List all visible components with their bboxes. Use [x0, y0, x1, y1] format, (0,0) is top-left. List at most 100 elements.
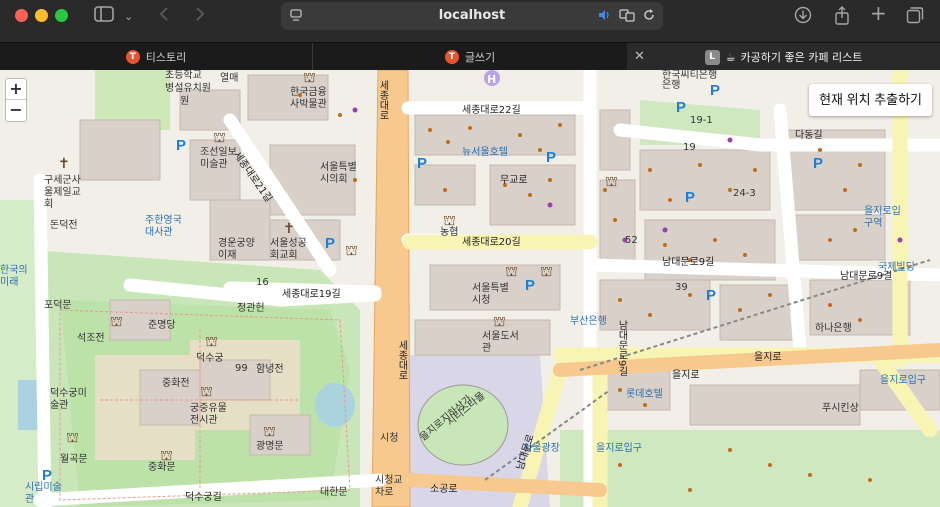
map-label: 시청교차로 [375, 475, 403, 498]
tistory-favicon-icon: T [444, 50, 459, 64]
map-label: 롯데호텔 [626, 389, 663, 400]
svg-text:⛫: ⛫ [213, 130, 226, 146]
map-label: 함녕전 [256, 364, 284, 375]
map-label: 포덕문 [44, 300, 72, 311]
sidebar-icon[interactable] [94, 6, 114, 27]
map-label: 한국금융사박물관 [290, 87, 327, 110]
road-label: 무교로 [500, 175, 528, 186]
tab-label: 글쓰기 [464, 51, 496, 64]
map-label: 을지로입구 [596, 443, 642, 454]
svg-text:⛫: ⛫ [66, 430, 79, 446]
back-icon[interactable] [158, 6, 170, 27]
tab-label: 카공하기 좋은 카페 리스트 [740, 51, 863, 64]
map-label: 병설유치원 [165, 83, 211, 94]
tab-tistory[interactable]: T 티스토리 [0, 43, 312, 71]
map-label: 궁중유물전시관 [190, 403, 227, 426]
map-label: 24-3 [733, 188, 756, 199]
browser-titlebar: ⌄ localhost + [0, 0, 940, 42]
road-label: 세종대로19길 [282, 289, 341, 300]
map-view[interactable]: PPP PPP PPP PP ✝ ✝ ⛫ ⛫ ⛫ ⛫ ⛫ ⛫ ⛫ ⛫ ⛫ ⛫ ⛫ ⛫ ⛫ ⛫ H +… [0, 70, 940, 507]
map-label: 16 [256, 277, 269, 288]
map-label: 초등학교 [165, 70, 202, 81]
new-tab-icon[interactable]: + [870, 3, 887, 23]
map-label: 서울도서관 [482, 331, 519, 354]
speaker-icon[interactable] [597, 8, 611, 27]
map-label: 52 [625, 235, 638, 246]
road-label: 을지로 [672, 370, 700, 381]
map-label: 석조전 [77, 333, 105, 344]
close-tab-icon[interactable]: ✕ [634, 49, 645, 64]
share-icon[interactable] [834, 6, 850, 30]
svg-text:H: H [487, 73, 496, 86]
map-label: 19 [683, 142, 696, 153]
svg-text:P: P [525, 277, 535, 294]
svg-text:P: P [417, 155, 427, 172]
svg-text:P: P [325, 235, 335, 252]
map-label: 대한문 [320, 487, 348, 498]
road-label: 다동길 [795, 130, 823, 141]
map-label: 서울특별시의회 [320, 162, 357, 185]
map-label: 정관헌 [237, 303, 265, 314]
map-label: 농협 [440, 227, 459, 238]
svg-text:✝: ✝ [58, 156, 70, 172]
coffee-cup-icon: ☕ [725, 50, 736, 64]
svg-text:⛫: ⛫ [493, 314, 506, 330]
map-label: 원 [180, 96, 190, 107]
map-label: 푸시킨상 [822, 403, 859, 414]
svg-text:P: P [546, 149, 556, 166]
svg-text:⛫: ⛫ [205, 334, 218, 350]
map-label: 서울성공회교회 [270, 238, 307, 261]
svg-text:⛫: ⛫ [110, 314, 123, 330]
forward-icon[interactable] [194, 6, 206, 27]
svg-text:⛫: ⛫ [505, 264, 518, 280]
tab-cafe-list[interactable]: L ☕ 카공하기 좋은 카페 리스트 [627, 43, 940, 71]
zoom-out-button[interactable]: − [6, 100, 26, 121]
road-label: 세종대로20길 [462, 237, 521, 248]
map-label: 뉴서울호텔 [462, 147, 508, 158]
close-window-button[interactable] [15, 9, 28, 22]
map-label: 39 [675, 282, 688, 293]
maximize-window-button[interactable] [55, 9, 68, 22]
map-label: 한국씨티은행 [662, 70, 718, 81]
minimize-window-button[interactable] [35, 9, 48, 22]
tistory-favicon-icon: T [125, 50, 140, 64]
map-label: 국제빌딩 [878, 262, 915, 273]
tab-bar: T 티스토리 T 글쓰기 L ☕ 카공하기 좋은 카페 리스트 ✕ [0, 42, 940, 71]
tab-label: 티스토리 [145, 51, 187, 64]
reload-icon[interactable] [642, 8, 656, 27]
map-label: 덕수궁미술관 [50, 388, 87, 411]
map-label: 19-1 [690, 115, 713, 126]
map-label: 구세군사울제일교회 [44, 175, 81, 210]
map-label: 을지로입구역 [864, 206, 901, 229]
map-label: 월곡문 [60, 454, 88, 465]
svg-text:✝: ✝ [283, 221, 295, 237]
svg-text:⛫: ⛫ [263, 424, 276, 440]
map-label: 준명당 [148, 320, 176, 331]
map-label: 덕수궁 [196, 353, 224, 364]
chevron-down-icon[interactable]: ⌄ [124, 7, 133, 27]
map-label: 주한영국대사관 [145, 215, 182, 238]
road-label: 세종대로22길 [462, 105, 521, 116]
svg-text:⛫: ⛫ [200, 384, 213, 400]
road-label: 소공로 [430, 484, 458, 495]
tab-write[interactable]: T 글쓰기 [313, 43, 627, 71]
svg-text:P: P [813, 155, 823, 172]
address-bar[interactable]: localhost [281, 2, 663, 30]
download-icon[interactable] [794, 6, 812, 29]
svg-text:P: P [685, 189, 695, 206]
translate-icon[interactable] [619, 8, 635, 27]
zoom-control: + − [5, 78, 27, 122]
zoom-in-button[interactable]: + [6, 79, 26, 100]
svg-text:⛫: ⛫ [540, 264, 553, 280]
road-label: 남대문로9길 [616, 320, 627, 377]
map-label: 을지로입구 [880, 375, 926, 386]
extract-location-button[interactable]: 현재 위치 추출하기 [809, 84, 932, 116]
map-label: 부산은행 [570, 316, 607, 327]
map-label: 열매 [220, 73, 239, 84]
tab-overview-icon[interactable] [906, 6, 924, 29]
map-label: 중화전 [162, 378, 190, 389]
road-label: 세종대로 [377, 80, 388, 120]
svg-text:P: P [676, 99, 686, 116]
svg-text:P: P [710, 82, 720, 99]
localhost-favicon-icon: L [704, 49, 720, 65]
